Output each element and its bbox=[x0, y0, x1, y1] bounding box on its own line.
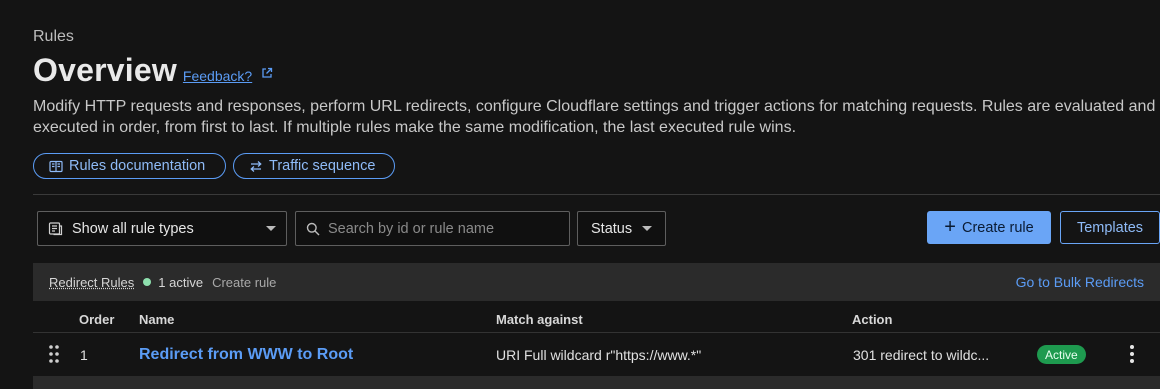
drag-handle-icon[interactable] bbox=[49, 344, 59, 364]
swap-arrows-icon bbox=[250, 160, 262, 172]
rule-name-link[interactable]: Redirect from WWW to Root bbox=[139, 346, 353, 364]
rule-action: 301 redirect to wildc... bbox=[853, 347, 990, 363]
column-header-match: Match against bbox=[496, 312, 583, 327]
title-row: Overview Feedback? bbox=[33, 52, 273, 89]
kebab-menu-icon[interactable] bbox=[1128, 344, 1136, 364]
status-filter[interactable]: Status bbox=[577, 211, 666, 246]
rule-order: 1 bbox=[80, 347, 88, 363]
rule-match: URI Full wildcard r"https://www.*" bbox=[496, 347, 702, 363]
rule-type-filter[interactable]: Show all rule types bbox=[37, 211, 287, 246]
search-box[interactable] bbox=[295, 211, 570, 246]
page-title: Overview bbox=[33, 52, 177, 88]
active-status-dot bbox=[143, 278, 152, 286]
create-rule-button[interactable]: + Create rule bbox=[927, 211, 1051, 244]
traffic-sequence-label: Traffic sequence bbox=[269, 158, 376, 174]
rule-group-name[interactable]: Redirect Rules bbox=[49, 275, 134, 290]
chevron-down-icon bbox=[642, 226, 652, 231]
rule-type-filter-value: Show all rule types bbox=[72, 220, 194, 237]
search-icon bbox=[306, 222, 320, 235]
traffic-sequence-button[interactable]: Traffic sequence bbox=[233, 153, 395, 179]
search-input[interactable] bbox=[328, 220, 558, 237]
create-rule-label: Create rule bbox=[961, 219, 1034, 236]
status-badge: Active bbox=[1037, 345, 1086, 364]
column-header-order: Order bbox=[79, 312, 115, 327]
rule-group-header: Redirect Rules 1 active Create rule Go t… bbox=[33, 263, 1160, 301]
chevron-down-icon bbox=[266, 226, 276, 231]
rules-documentation-button[interactable]: Rules documentation bbox=[33, 153, 226, 179]
next-group-header bbox=[33, 376, 1160, 389]
column-header-name: Name bbox=[139, 312, 175, 327]
page-description: Modify HTTP requests and responses, perf… bbox=[33, 98, 1156, 136]
templates-button[interactable]: Templates bbox=[1060, 211, 1160, 244]
rule-types-icon bbox=[48, 222, 63, 236]
status-filter-label: Status bbox=[591, 220, 633, 237]
group-create-rule-link[interactable]: Create rule bbox=[212, 275, 276, 290]
section-divider bbox=[33, 194, 1160, 195]
feedback-link[interactable]: Feedback? bbox=[183, 68, 252, 84]
breadcrumb: Rules bbox=[33, 28, 74, 45]
rule-group-active-count: 1 active bbox=[158, 274, 204, 290]
column-header-action: Action bbox=[852, 312, 893, 327]
bulk-redirects-link[interactable]: Go to Bulk Redirects bbox=[1016, 274, 1144, 290]
plus-icon: + bbox=[944, 215, 956, 238]
rules-documentation-label: Rules documentation bbox=[69, 158, 206, 174]
external-link-icon[interactable] bbox=[261, 66, 273, 78]
book-icon bbox=[49, 160, 63, 172]
